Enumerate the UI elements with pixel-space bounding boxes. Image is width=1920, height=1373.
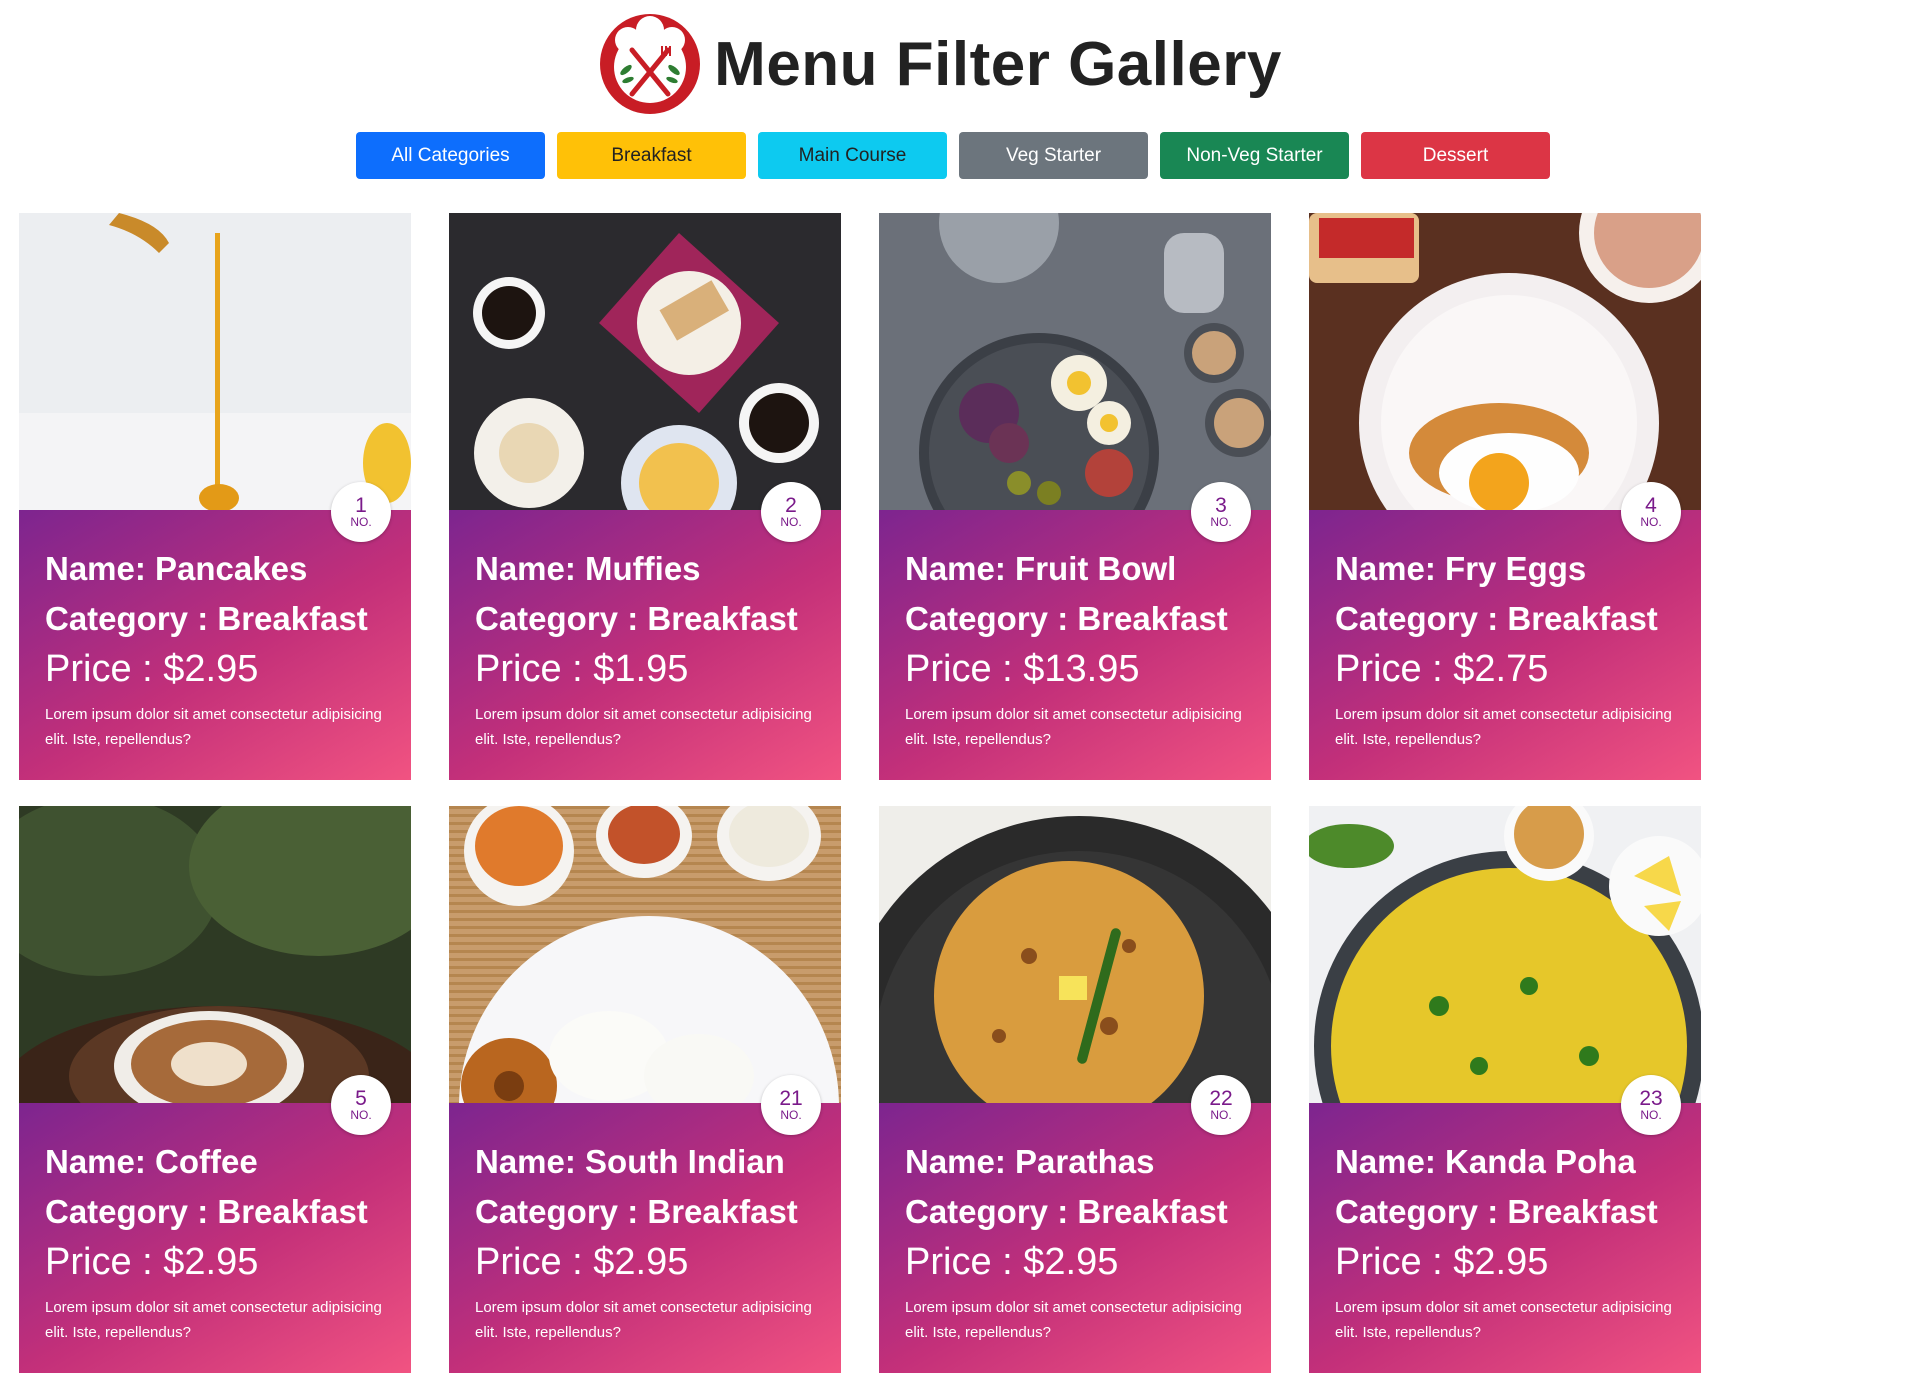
- restaurant-logo-icon: [600, 14, 701, 114]
- item-number: 22: [1209, 1086, 1233, 1110]
- item-number: 3: [1215, 493, 1227, 517]
- category-filter-bar: All Categories Breakfast Main Course Veg St…: [356, 132, 1550, 179]
- item-number: 5: [355, 1086, 367, 1110]
- item-category: Category : Breakfast: [45, 1193, 368, 1230]
- item-number-badge: 21 NO.: [761, 1075, 821, 1135]
- filter-button-non-veg-starter[interactable]: Non-Veg Starter: [1160, 132, 1349, 179]
- menu-card[interactable]: 3 NO. Name: Fruit Bowl Category : Breakf…: [879, 213, 1271, 780]
- filter-button-veg-starter[interactable]: Veg Starter: [959, 132, 1148, 179]
- item-number-label: NO.: [1640, 514, 1662, 529]
- item-number: 23: [1639, 1086, 1663, 1110]
- item-description: Lorem ipsum dolor sit amet consectetur a…: [45, 1299, 382, 1341]
- card-info: Name: Coffee Category : Breakfast Price …: [45, 1137, 395, 1345]
- food-photo: [449, 806, 841, 1103]
- menu-card[interactable]: 2 NO. Name: Muffies Category : Breakfast…: [449, 213, 841, 780]
- item-name: Name: Fry Eggs: [1335, 550, 1587, 587]
- card-info: Name: Kanda Poha Category : Breakfast Pr…: [1335, 1137, 1685, 1345]
- item-number-label: NO.: [1210, 514, 1232, 529]
- menu-card[interactable]: 5 NO. Name: Coffee Category : Breakfast …: [19, 806, 411, 1373]
- menu-card[interactable]: 21 NO. Name: South Indian Category : Bre…: [449, 806, 841, 1373]
- food-photo: [879, 213, 1271, 510]
- item-number-badge: 1 NO.: [331, 482, 391, 542]
- menu-card[interactable]: 23 NO. Name: Kanda Poha Category : Break…: [1309, 806, 1701, 1373]
- card-info: Name: Pancakes Category : Breakfast Pric…: [45, 544, 395, 752]
- item-number: 4: [1645, 493, 1657, 517]
- item-name: Name: Parathas: [905, 1143, 1155, 1180]
- item-number-label: NO.: [350, 1107, 372, 1122]
- item-name: Name: Fruit Bowl: [905, 550, 1177, 587]
- food-photo: [1309, 806, 1701, 1103]
- menu-gallery-grid: 1 NO. Name: Pancakes Category : Breakfas…: [19, 213, 1701, 1373]
- item-price: Price : $2.75: [1335, 648, 1549, 690]
- item-number-label: NO.: [780, 1107, 802, 1122]
- item-description: Lorem ipsum dolor sit amet consectetur a…: [905, 1299, 1242, 1341]
- item-price: Price : $2.95: [475, 1241, 689, 1283]
- item-number-badge: 3 NO.: [1191, 482, 1251, 542]
- item-name: Name: Pancakes: [45, 550, 308, 587]
- item-price: Price : $1.95: [475, 648, 689, 690]
- item-category: Category : Breakfast: [475, 1193, 798, 1230]
- card-info: Name: South Indian Category : Breakfast …: [475, 1137, 825, 1345]
- item-number-label: NO.: [1640, 1107, 1662, 1122]
- item-name: Name: Muffies: [475, 550, 701, 587]
- item-name: Name: Kanda Poha: [1335, 1143, 1636, 1180]
- item-category: Category : Breakfast: [905, 600, 1228, 637]
- card-info: Name: Parathas Category : Breakfast Pric…: [905, 1137, 1255, 1345]
- page-title: Menu Filter Gallery: [714, 29, 1282, 99]
- food-photo: [1309, 213, 1701, 510]
- filter-button-dessert[interactable]: Dessert: [1361, 132, 1550, 179]
- item-description: Lorem ipsum dolor sit amet consectetur a…: [45, 706, 382, 748]
- item-category: Category : Breakfast: [905, 1193, 1228, 1230]
- item-category: Category : Breakfast: [1335, 1193, 1658, 1230]
- item-category: Category : Breakfast: [1335, 600, 1658, 637]
- card-info: Name: Fry Eggs Category : Breakfast Pric…: [1335, 544, 1685, 752]
- item-category: Category : Breakfast: [45, 600, 368, 637]
- item-description: Lorem ipsum dolor sit amet consectetur a…: [475, 706, 812, 748]
- item-price: Price : $2.95: [905, 1241, 1119, 1283]
- filter-button-breakfast[interactable]: Breakfast: [557, 132, 746, 179]
- item-number-label: NO.: [780, 514, 802, 529]
- food-photo: [19, 213, 411, 510]
- item-description: Lorem ipsum dolor sit amet consectetur a…: [905, 706, 1242, 748]
- item-number-badge: 23 NO.: [1621, 1075, 1681, 1135]
- item-price: Price : $13.95: [905, 648, 1140, 690]
- card-info: Name: Muffies Category : Breakfast Price…: [475, 544, 825, 752]
- food-photo: [449, 213, 841, 510]
- item-price: Price : $2.95: [45, 1241, 259, 1283]
- page-header: Menu Filter Gallery: [0, 0, 1920, 128]
- filter-button-main-course[interactable]: Main Course: [758, 132, 947, 179]
- item-price: Price : $2.95: [1335, 1241, 1549, 1283]
- menu-card[interactable]: 4 NO. Name: Fry Eggs Category : Breakfas…: [1309, 213, 1701, 780]
- food-photo: [19, 806, 411, 1103]
- item-description: Lorem ipsum dolor sit amet consectetur a…: [1335, 1299, 1672, 1341]
- item-name: Name: South Indian: [475, 1143, 785, 1180]
- item-description: Lorem ipsum dolor sit amet consectetur a…: [475, 1299, 812, 1341]
- item-number-badge: 2 NO.: [761, 482, 821, 542]
- item-description: Lorem ipsum dolor sit amet consectetur a…: [1335, 706, 1672, 748]
- item-number-badge: 5 NO.: [331, 1075, 391, 1135]
- item-number: 2: [785, 493, 797, 517]
- item-number-label: NO.: [1210, 1107, 1232, 1122]
- menu-card[interactable]: 1 NO. Name: Pancakes Category : Breakfas…: [19, 213, 411, 780]
- item-name: Name: Coffee: [45, 1143, 258, 1180]
- card-info: Name: Fruit Bowl Category : Breakfast Pr…: [905, 544, 1255, 752]
- item-number: 1: [355, 493, 367, 517]
- item-category: Category : Breakfast: [475, 600, 798, 637]
- filter-button-all-categories[interactable]: All Categories: [356, 132, 545, 179]
- item-price: Price : $2.95: [45, 648, 259, 690]
- food-photo: [879, 806, 1271, 1103]
- item-number-label: NO.: [350, 514, 372, 529]
- item-number: 21: [779, 1086, 803, 1110]
- item-number-badge: 4 NO.: [1621, 482, 1681, 542]
- menu-card[interactable]: 22 NO. Name: Parathas Category : Breakfa…: [879, 806, 1271, 1373]
- item-number-badge: 22 NO.: [1191, 1075, 1251, 1135]
